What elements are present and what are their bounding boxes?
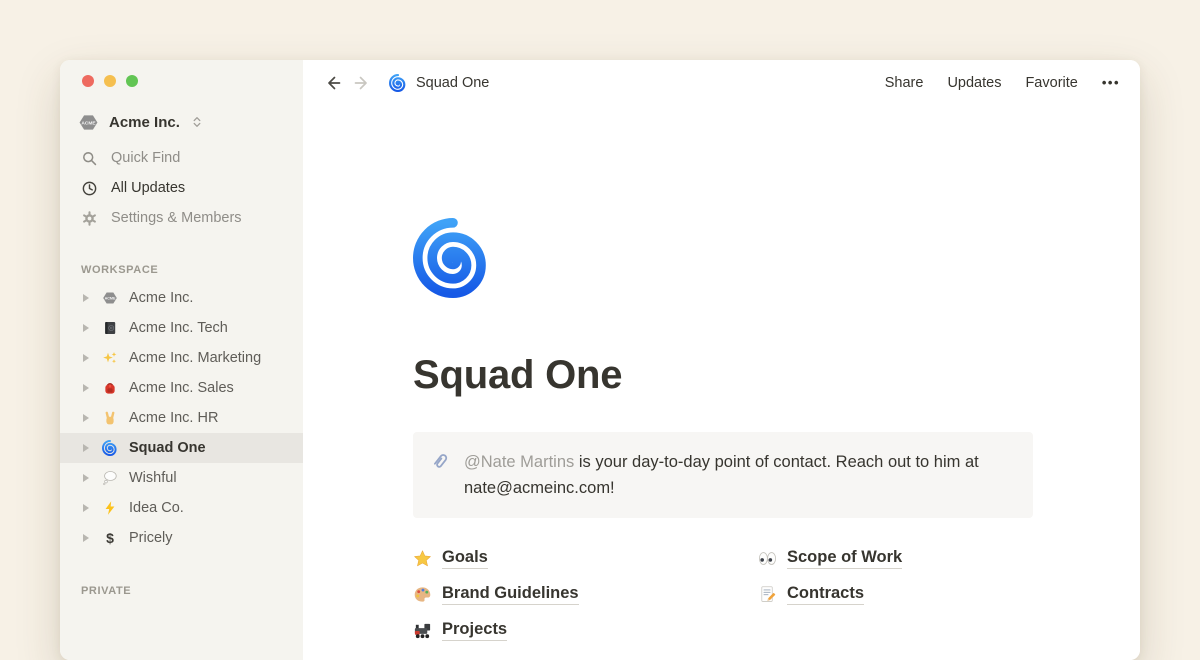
notebook-icon: [102, 320, 118, 336]
sidebar-page-item[interactable]: Wishful: [60, 463, 303, 493]
more-menu-button[interactable]: •••: [1102, 75, 1120, 90]
expand-triangle-icon[interactable]: [83, 324, 89, 332]
page-link-label: Goals: [442, 548, 488, 569]
eyes-icon: [758, 549, 777, 568]
back-arrow-icon[interactable]: [323, 73, 343, 93]
page-spiral-icon[interactable]: [413, 218, 493, 298]
page-link-label: Scope of Work: [787, 548, 902, 569]
menu-item-label: Quick Find: [111, 150, 180, 166]
page-link[interactable]: Projects: [413, 618, 758, 642]
paperclip-icon: [430, 451, 451, 472]
sidebar-page-item[interactable]: Acme Inc. HR: [60, 403, 303, 433]
sidebar-page-item[interactable]: Pricely: [60, 523, 303, 553]
sidebar-page-item-label: Acme Inc. Sales: [129, 380, 234, 396]
favorite-button[interactable]: Favorite: [1025, 75, 1077, 91]
expand-triangle-icon[interactable]: [83, 474, 89, 482]
page-link-label: Projects: [442, 620, 507, 641]
sidebar-menu: Quick Find All Updates Settings & Member…: [60, 143, 303, 233]
chevron-updown-icon: [190, 115, 204, 129]
page-link[interactable]: Goals: [413, 546, 758, 570]
page-link[interactable]: Scope of Work: [758, 546, 1033, 570]
zoom-window-button[interactable]: [126, 75, 138, 87]
sidebar-page-item[interactable]: Acme Inc. Marketing: [60, 343, 303, 373]
sidebar-page-item-label: Acme Inc. Tech: [129, 320, 228, 336]
sidebar-page-item-label: Acme Inc. HR: [129, 410, 218, 426]
link-column-right: Scope of Work Contracts: [758, 546, 1033, 654]
workspace-switcher[interactable]: Acme Inc.: [60, 108, 303, 136]
page-title: Squad One: [413, 353, 1033, 397]
expand-triangle-icon[interactable]: [83, 384, 89, 392]
sidebar-page-item-label: Acme Inc. Marketing: [129, 350, 261, 366]
workspace-name: Acme Inc.: [109, 114, 180, 131]
gear-icon: [81, 210, 98, 227]
expand-triangle-icon[interactable]: [83, 504, 89, 512]
spiral-icon: [389, 74, 407, 92]
expand-triangle-icon[interactable]: [83, 534, 89, 542]
history-navigation: [323, 73, 372, 93]
sidebar-page-item-label: Wishful: [129, 470, 177, 486]
backpack-icon: [102, 380, 118, 396]
sidebar-page-item-label: Acme Inc.: [129, 290, 193, 306]
sidebar: Acme Inc. Quick Find All Updates Setting…: [60, 60, 303, 660]
topbar-actions: Share Updates Favorite •••: [885, 75, 1120, 91]
search-icon: [81, 150, 98, 167]
updates-button[interactable]: Updates: [947, 75, 1001, 91]
window-controls: [60, 60, 303, 87]
sidebar-page-item[interactable]: Acme Inc. Tech: [60, 313, 303, 343]
forward-arrow-icon[interactable]: [352, 73, 372, 93]
workspace-section-label: WORKSPACE: [60, 264, 303, 276]
lightning-icon: [102, 500, 118, 516]
topbar: Squad One Share Updates Favorite •••: [303, 60, 1140, 105]
menu-item-label: All Updates: [111, 180, 185, 196]
sidebar-page-item[interactable]: Acme Inc.: [60, 283, 303, 313]
link-column-left: Goals Brand Guidelines Projects: [413, 546, 758, 654]
sidebar-page-item[interactable]: Acme Inc. Sales: [60, 373, 303, 403]
page-content: Squad One @Nate Martins is your day-to-d…: [303, 105, 1033, 654]
clock-icon: [81, 180, 98, 197]
dollar-icon: [102, 530, 118, 546]
callout-block: @Nate Martins is your day-to-day point o…: [413, 432, 1033, 518]
sidebar-item-quick-find[interactable]: Quick Find: [60, 143, 303, 173]
locomotive-icon: [413, 621, 432, 640]
close-window-button[interactable]: [82, 75, 94, 87]
page-link-label: Brand Guidelines: [442, 584, 579, 605]
sparkles-icon: [102, 350, 118, 366]
page-link-label: Contracts: [787, 584, 864, 605]
sidebar-page-item-label: Idea Co.: [129, 500, 184, 516]
private-section-label: PRIVATE: [60, 585, 303, 597]
user-mention[interactable]: @Nate Martins: [464, 453, 574, 471]
link-columns: Goals Brand Guidelines Projects Scope of…: [413, 546, 1033, 654]
breadcrumb[interactable]: Squad One: [389, 74, 489, 92]
sidebar-item-all-updates[interactable]: All Updates: [60, 173, 303, 203]
workspace-item-list: Acme Inc. Acme Inc. Tech Acme Inc. Marke…: [60, 283, 303, 553]
expand-triangle-icon[interactable]: [83, 294, 89, 302]
sidebar-item-settings-members[interactable]: Settings & Members: [60, 203, 303, 233]
star-icon: [413, 549, 432, 568]
expand-triangle-icon[interactable]: [83, 414, 89, 422]
minimize-window-button[interactable]: [104, 75, 116, 87]
palette-icon: [413, 585, 432, 604]
menu-item-label: Settings & Members: [111, 210, 242, 226]
sidebar-page-item-label: Squad One: [129, 440, 206, 456]
main-area: Squad One Share Updates Favorite ••• Squ…: [303, 60, 1140, 660]
sidebar-page-item[interactable]: Squad One: [60, 433, 303, 463]
spiral-icon: [102, 440, 118, 456]
sidebar-page-item-label: Pricely: [129, 530, 173, 546]
acme-logo-icon: [102, 290, 118, 306]
breadcrumb-title: Squad One: [416, 75, 489, 91]
expand-triangle-icon[interactable]: [83, 354, 89, 362]
acme-logo-icon: [78, 112, 99, 133]
expand-triangle-icon[interactable]: [83, 444, 89, 452]
victory-hand-icon: [102, 410, 118, 426]
page-link[interactable]: Contracts: [758, 582, 1033, 606]
sidebar-page-item[interactable]: Idea Co.: [60, 493, 303, 523]
page-link[interactable]: Brand Guidelines: [413, 582, 758, 606]
memo-pencil-icon: [758, 585, 777, 604]
thought-balloon-icon: [102, 470, 118, 486]
share-button[interactable]: Share: [885, 75, 924, 91]
callout-text: @Nate Martins is your day-to-day point o…: [464, 449, 1016, 501]
app-window: Acme Inc. Quick Find All Updates Setting…: [60, 60, 1140, 660]
